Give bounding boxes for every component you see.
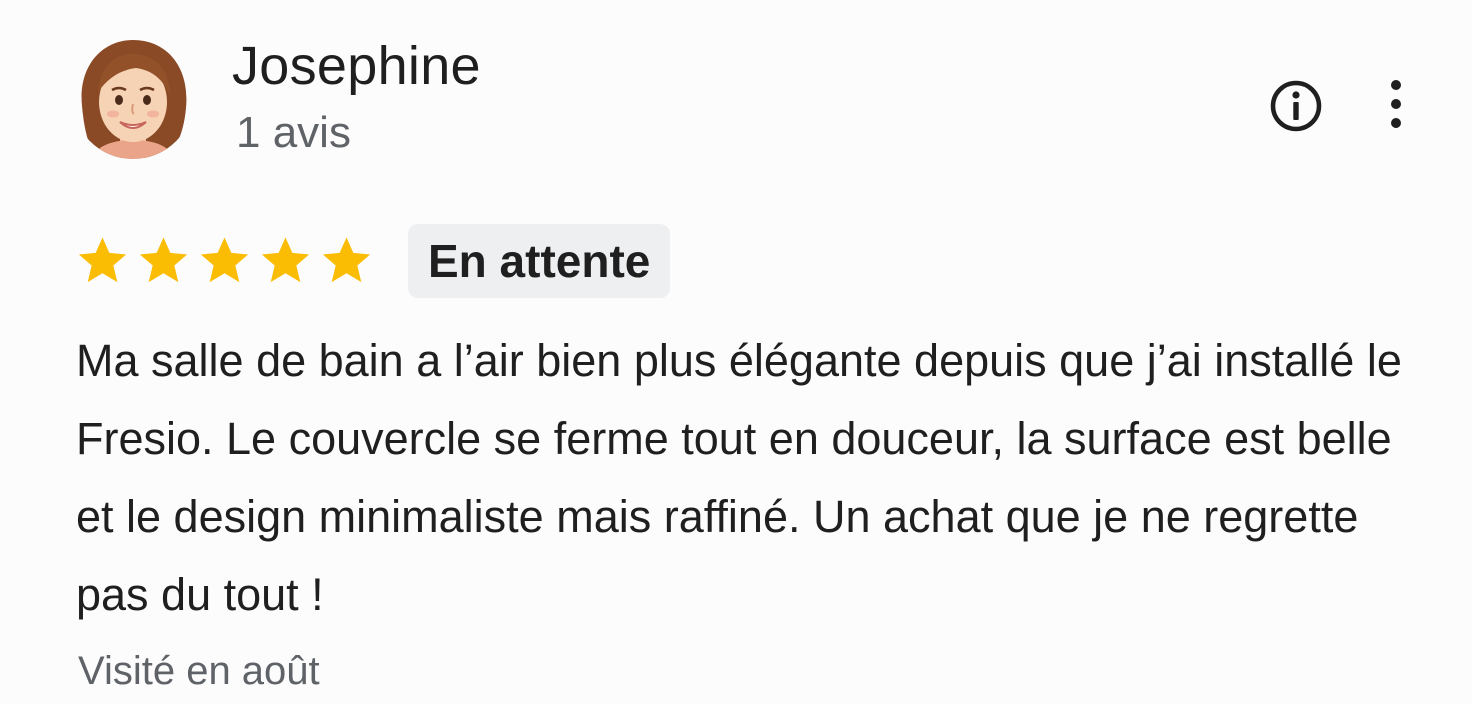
star-filled-icon [78,237,127,283]
star-filled-icon [322,237,371,283]
star-filled-icon [200,237,249,283]
reviewer-avatar[interactable] [72,36,194,160]
reviewer-review-count: 1 avis [236,108,351,157]
avatar-illustration [72,37,194,159]
review-text: Ma salle de bain a l’air bien plus éléga… [76,335,1402,620]
reviewer-name[interactable]: Josephine [232,34,481,98]
star-filled-icon [139,237,188,283]
info-circle-icon [1270,80,1322,132]
more-options-button[interactable] [1372,72,1420,138]
info-button[interactable] [1264,74,1328,138]
star-filled-icon [261,237,310,283]
more-vert-icon [1391,80,1401,128]
star-rating [76,232,373,290]
status-badge: En attente [408,224,671,298]
visit-date: Visité en août [78,649,320,693]
